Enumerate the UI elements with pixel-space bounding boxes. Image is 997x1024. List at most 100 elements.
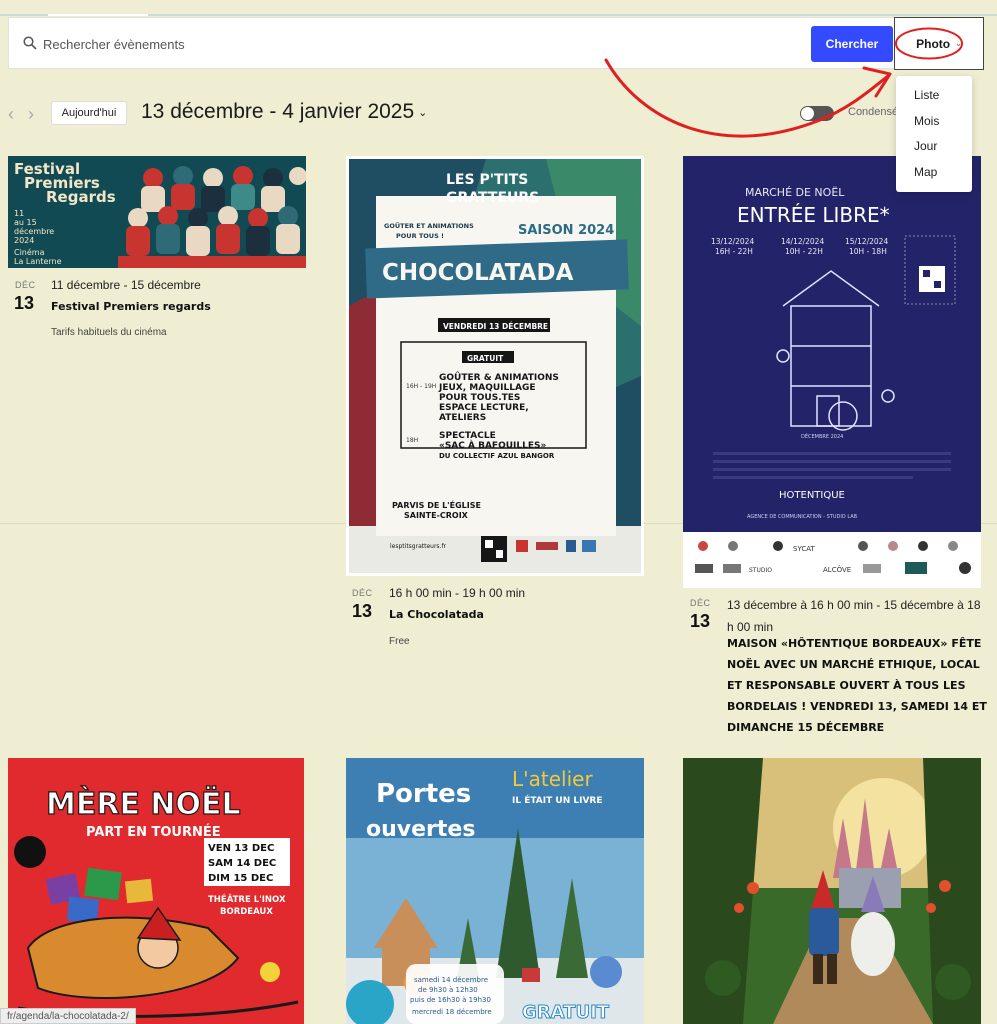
- poster-text: 16H - 22H: [715, 247, 753, 256]
- poster-text: HOTENTIQUE: [779, 490, 845, 501]
- poster-text: samedi 14 décembre: [414, 976, 488, 984]
- poster-text: ATELIERS: [439, 413, 486, 423]
- search-bar: Chercher Photo ⌄: [8, 17, 984, 70]
- poster-text: IL ÉTAIT UN LIVRE: [512, 794, 603, 806]
- poster-text: ALCÔVE: [823, 565, 851, 574]
- search-input[interactable]: [43, 32, 743, 56]
- poster-text: MARCHÉ DE NOËL: [745, 186, 845, 199]
- poster-text: DU COLLECTIF AZUL BANGOR: [439, 452, 555, 460]
- search-icon: [23, 36, 37, 50]
- view-dropdown: Liste Mois Jour Map: [896, 76, 972, 192]
- event-month: DÉC: [352, 588, 373, 598]
- top-divider: [0, 14, 997, 16]
- poster-text: POUR TOUS !: [396, 232, 444, 240]
- date-range-label: 13 décembre - 4 janvier 2025: [141, 100, 415, 123]
- poster-text: LES P'TITS: [446, 172, 528, 188]
- poster-text: 13/12/2024: [711, 237, 754, 246]
- poster-text: ENTRÉE LIBRE*: [737, 203, 890, 227]
- event-title-link[interactable]: MAISON «HÔTENTIQUE BORDEAUX» FÊTE NOËL A…: [727, 633, 989, 738]
- date-range-picker[interactable]: 13 décembre - 4 janvier 2025 ⌄: [141, 100, 427, 124]
- poster-text: SYCAT: [793, 545, 815, 553]
- poster-text: Regards: [46, 188, 116, 206]
- poster-text: GRATUIT: [467, 354, 504, 363]
- poster-text: GRATTEURS: [446, 190, 539, 206]
- poster-text: 10H - 22H: [785, 247, 823, 256]
- chevron-down-icon: ⌄: [955, 39, 962, 48]
- poster-text: mercredi 18 décembre: [412, 1008, 492, 1016]
- view-option-jour[interactable]: Jour: [896, 134, 972, 160]
- poster-text: GOÛTER ET ANIMATIONS: [384, 221, 474, 230]
- poster-text: BORDEAUX: [220, 907, 273, 917]
- poster-text: Cinéma: [14, 247, 45, 257]
- poster-text: SAISON 2024: [518, 223, 614, 238]
- poster-text: GRATUIT: [522, 1002, 610, 1023]
- poster-text: THÉÂTRE L'INOX: [208, 893, 286, 905]
- event-price: Tarifs habituels du cinéma: [51, 327, 167, 338]
- poster-text: 14/12/2024: [781, 237, 824, 246]
- poster-text: au 15: [14, 218, 37, 227]
- poster-text: ESPACE LECTURE,: [439, 403, 529, 413]
- event-time: 16 h 00 min - 19 h 00 min: [389, 586, 526, 600]
- view-select[interactable]: Photo ⌄: [894, 17, 984, 70]
- poster-text: MÈRE NOËL: [46, 786, 241, 822]
- event-image-festival[interactable]: Festival Premiers Regards 11 au 15 décem…: [8, 156, 306, 268]
- poster-text: lesptitsgratteurs.fr: [390, 543, 447, 550]
- event-title-link[interactable]: Festival Premiers regards: [51, 296, 301, 317]
- event-month: DÉC: [690, 598, 711, 608]
- event-image-chocolatada[interactable]: LES P'TITS GRATTEURS GOÛTER ET ANIMATION…: [346, 156, 644, 576]
- poster-text: STUDIO: [749, 567, 772, 574]
- poster-text: 11: [14, 209, 24, 218]
- poster-text: 2024: [14, 236, 34, 245]
- poster-text: AGENCE DE COMMUNICATION - STUDIO LAB: [747, 514, 858, 520]
- event-time: 11 décembre - 15 décembre: [51, 278, 201, 292]
- event-day: 13: [690, 611, 711, 631]
- event-image-mere-noel[interactable]: MÈRE NOËL PART EN TOURNÉE VEN 13 DEC SAM…: [8, 758, 304, 1024]
- chevron-down-icon: ⌄: [418, 106, 428, 119]
- poster-text: 16H - 19H: [406, 383, 436, 390]
- toggle-knob: [801, 107, 814, 120]
- poster-text: CHOCOLATADA: [382, 260, 574, 286]
- poster-text: SAM 14 DEC: [208, 858, 276, 869]
- previous-arrow-icon[interactable]: ‹: [8, 104, 14, 125]
- poster-text: 15/12/2024: [845, 237, 888, 246]
- poster-text: POUR TOUS.TES: [439, 393, 520, 403]
- search-button[interactable]: Chercher: [811, 26, 893, 62]
- poster-text: JEUX, MAQUILLAGE: [438, 383, 536, 393]
- view-option-map[interactable]: Map: [896, 160, 972, 186]
- poster-text: VENDREDI 13 DÉCEMBRE: [443, 322, 548, 331]
- poster-text: GOÛTER & ANIMATIONS: [439, 371, 559, 383]
- today-button[interactable]: Aujourd'hui: [51, 101, 127, 125]
- event-image-marche-noel[interactable]: MARCHÉ DE NOËL ENTRÉE LIBRE* 13/12/2024 …: [683, 156, 981, 588]
- event-image-portes-ouvertes[interactable]: Portes ouvertes L'atelier IL ÉTAIT UN LI…: [346, 758, 644, 1024]
- event-day: 13: [14, 293, 35, 313]
- view-option-mois[interactable]: Mois: [896, 109, 972, 135]
- status-bar-url: fr/agenda/la-chocolatada-2/: [0, 1008, 136, 1024]
- poster-text: L'atelier: [512, 767, 593, 791]
- event-image-forest[interactable]: [683, 758, 981, 1024]
- poster-text: décembre: [14, 226, 54, 236]
- event-title-link[interactable]: La Chocolatada: [389, 604, 639, 625]
- event-time: 13 décembre à 16 h 00 min - 15 décembre …: [727, 598, 981, 634]
- poster-text: VEN 13 DEC: [208, 843, 274, 854]
- poster-text: DIM 15 DEC: [208, 873, 273, 884]
- condense-toggle[interactable]: [800, 106, 834, 121]
- next-arrow-icon[interactable]: ›: [28, 104, 34, 125]
- poster-text: ouvertes: [366, 817, 475, 842]
- poster-text: 18H: [406, 437, 418, 444]
- active-tab-indicator: [48, 14, 148, 16]
- poster-text: «SAC À BAFOUILLES»: [439, 439, 546, 451]
- poster-text: de 9h30 à 12h30: [418, 986, 478, 994]
- poster-text: PARVIS DE L'ÉGLISE: [392, 499, 481, 510]
- event-day: 13: [352, 601, 373, 621]
- event-price: Free: [389, 636, 410, 647]
- poster-text: Portes: [376, 779, 471, 809]
- event-month: DÉC: [15, 280, 36, 290]
- view-option-liste[interactable]: Liste: [896, 83, 972, 109]
- poster-text: puis de 16h30 à 19h30: [410, 996, 491, 1004]
- condense-label: Condensé: [848, 106, 899, 118]
- svg-text:DÉCEMBRE 2024: DÉCEMBRE 2024: [801, 432, 843, 440]
- poster-text: SPECTACLE: [439, 431, 496, 441]
- poster-text: La Lanterne: [14, 257, 62, 266]
- poster-text: PART EN TOURNÉE: [86, 824, 221, 840]
- poster-text: 10H - 18H: [849, 247, 887, 256]
